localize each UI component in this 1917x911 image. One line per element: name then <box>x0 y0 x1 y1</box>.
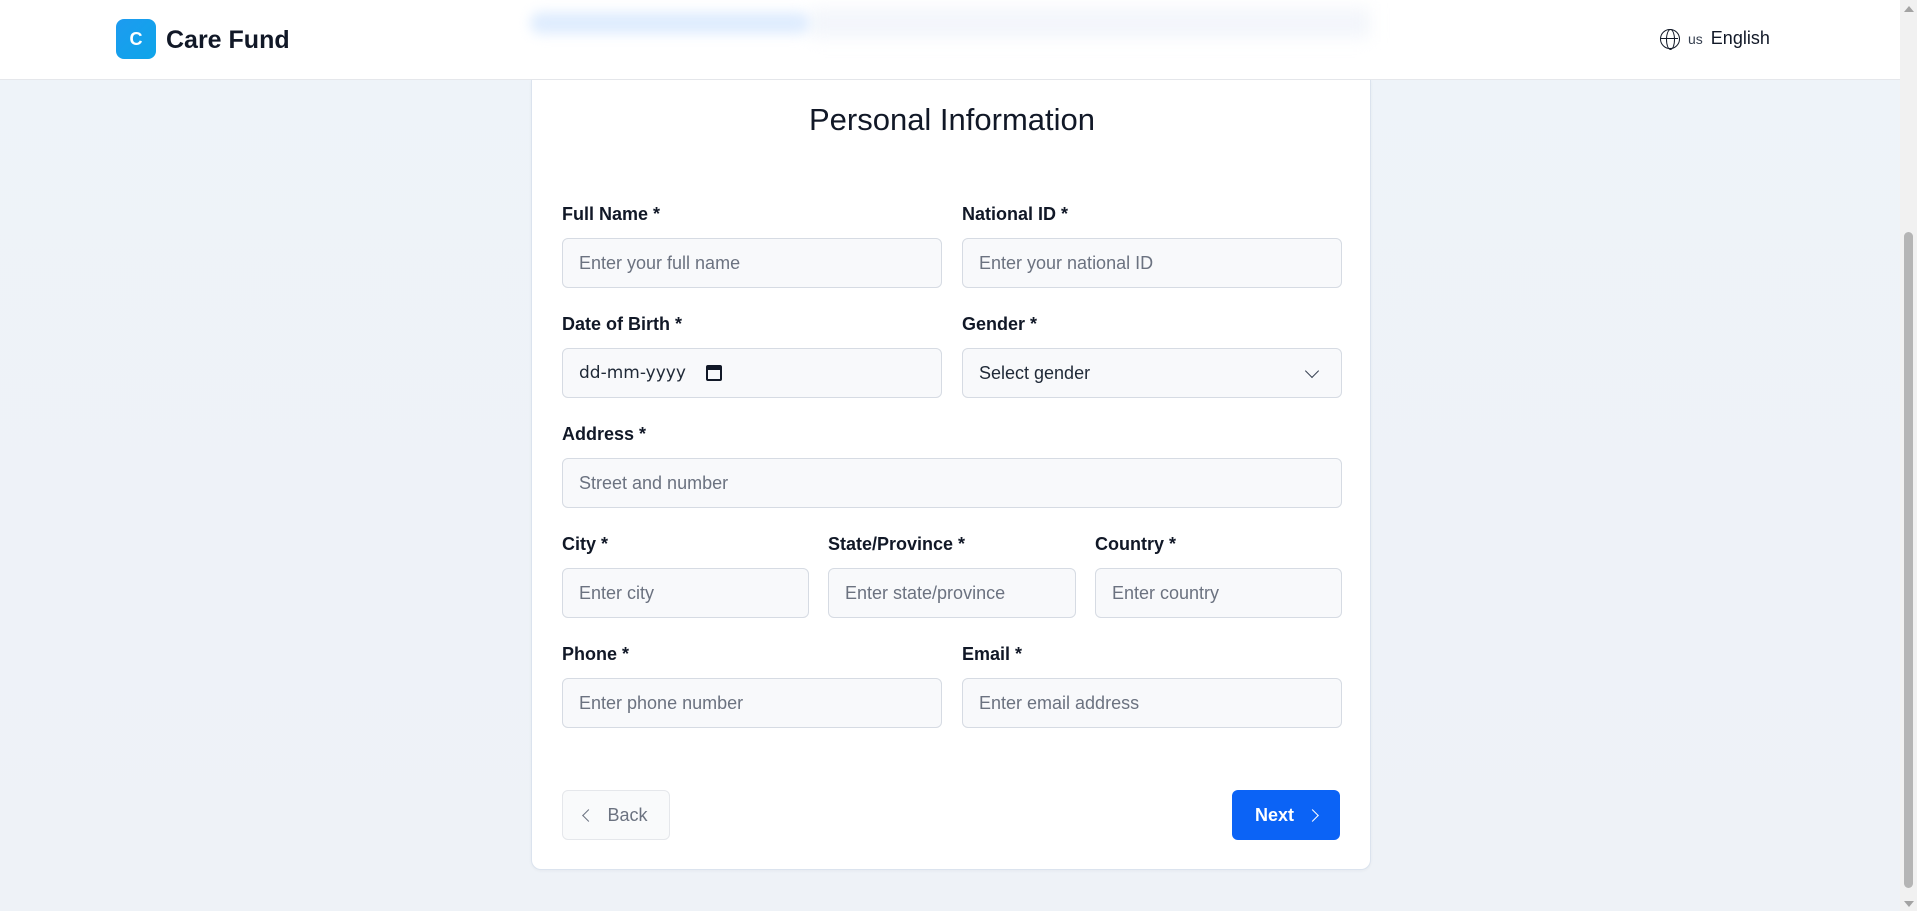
dob-field: Date of Birth * dd-mm-yyyy <box>562 314 942 398</box>
country-field: Country * <box>1095 534 1342 618</box>
back-button-label: Back <box>607 804 648 825</box>
address-field: Address * <box>562 424 1342 508</box>
scroll-up-arrow-icon[interactable] <box>1904 6 1914 12</box>
email-field: Email * <box>962 644 1342 728</box>
phone-field: Phone * <box>562 644 942 728</box>
state-field: State/Province * <box>828 534 1076 618</box>
state-label: State/Province * <box>828 534 966 554</box>
personal-info-card: Personal Information Full Name * Nationa… <box>531 80 1371 870</box>
logo-icon[interactable]: C <box>116 19 156 59</box>
calendar-icon[interactable] <box>705 365 722 381</box>
chevron-down-icon <box>1304 363 1320 378</box>
phone-input[interactable] <box>562 678 942 728</box>
gender-field: Gender * Select gender <box>962 314 1342 398</box>
city-field: City * <box>562 534 809 618</box>
dob-label: Date of Birth * <box>562 314 683 334</box>
full-name-input[interactable] <box>562 238 942 288</box>
dob-placeholder: dd-mm-yyyy <box>579 363 686 383</box>
globe-icon <box>1660 28 1680 50</box>
city-input[interactable] <box>562 568 809 618</box>
language-flag: us <box>1688 30 1703 47</box>
next-button[interactable]: Next <box>1232 790 1340 840</box>
state-input[interactable] <box>828 568 1076 618</box>
scrollbar-thumb[interactable] <box>1904 232 1913 888</box>
national-id-field: National ID * <box>962 204 1342 288</box>
email-label: Email * <box>962 644 1023 664</box>
page-title: Personal Information <box>808 102 1096 137</box>
scroll-down-arrow-icon[interactable] <box>1904 901 1914 907</box>
email-input[interactable] <box>962 678 1342 728</box>
gender-label: Gender * <box>962 314 1038 334</box>
address-label: Address * <box>562 424 647 444</box>
chevron-right-icon <box>1306 808 1319 822</box>
dob-input[interactable]: dd-mm-yyyy <box>562 348 942 398</box>
brand-name[interactable]: Care Fund <box>166 26 290 55</box>
blurred-background <box>810 8 1370 38</box>
top-header: C Care Fund us English <box>0 0 1900 80</box>
gender-selected-value: Select gender <box>979 362 1091 383</box>
back-button[interactable]: Back <box>562 790 670 840</box>
address-input[interactable] <box>562 458 1342 508</box>
next-button-label: Next <box>1254 804 1294 825</box>
national-id-input[interactable] <box>962 238 1342 288</box>
language-label: English <box>1710 28 1770 48</box>
country-label: Country * <box>1095 534 1176 554</box>
language-switcher[interactable]: us English <box>1660 28 1770 50</box>
blurred-progress-bar <box>530 12 810 34</box>
country-input[interactable] <box>1095 568 1342 618</box>
gender-select[interactable]: Select gender <box>962 348 1342 398</box>
city-label: City * <box>562 534 609 554</box>
full-name-label: Full Name * <box>562 204 661 224</box>
chevron-left-icon <box>582 808 596 822</box>
national-id-label: National ID * <box>962 204 1069 224</box>
full-name-field: Full Name * <box>562 204 942 288</box>
page-scrollbar[interactable] <box>1900 0 1917 911</box>
phone-label: Phone * <box>562 644 630 664</box>
